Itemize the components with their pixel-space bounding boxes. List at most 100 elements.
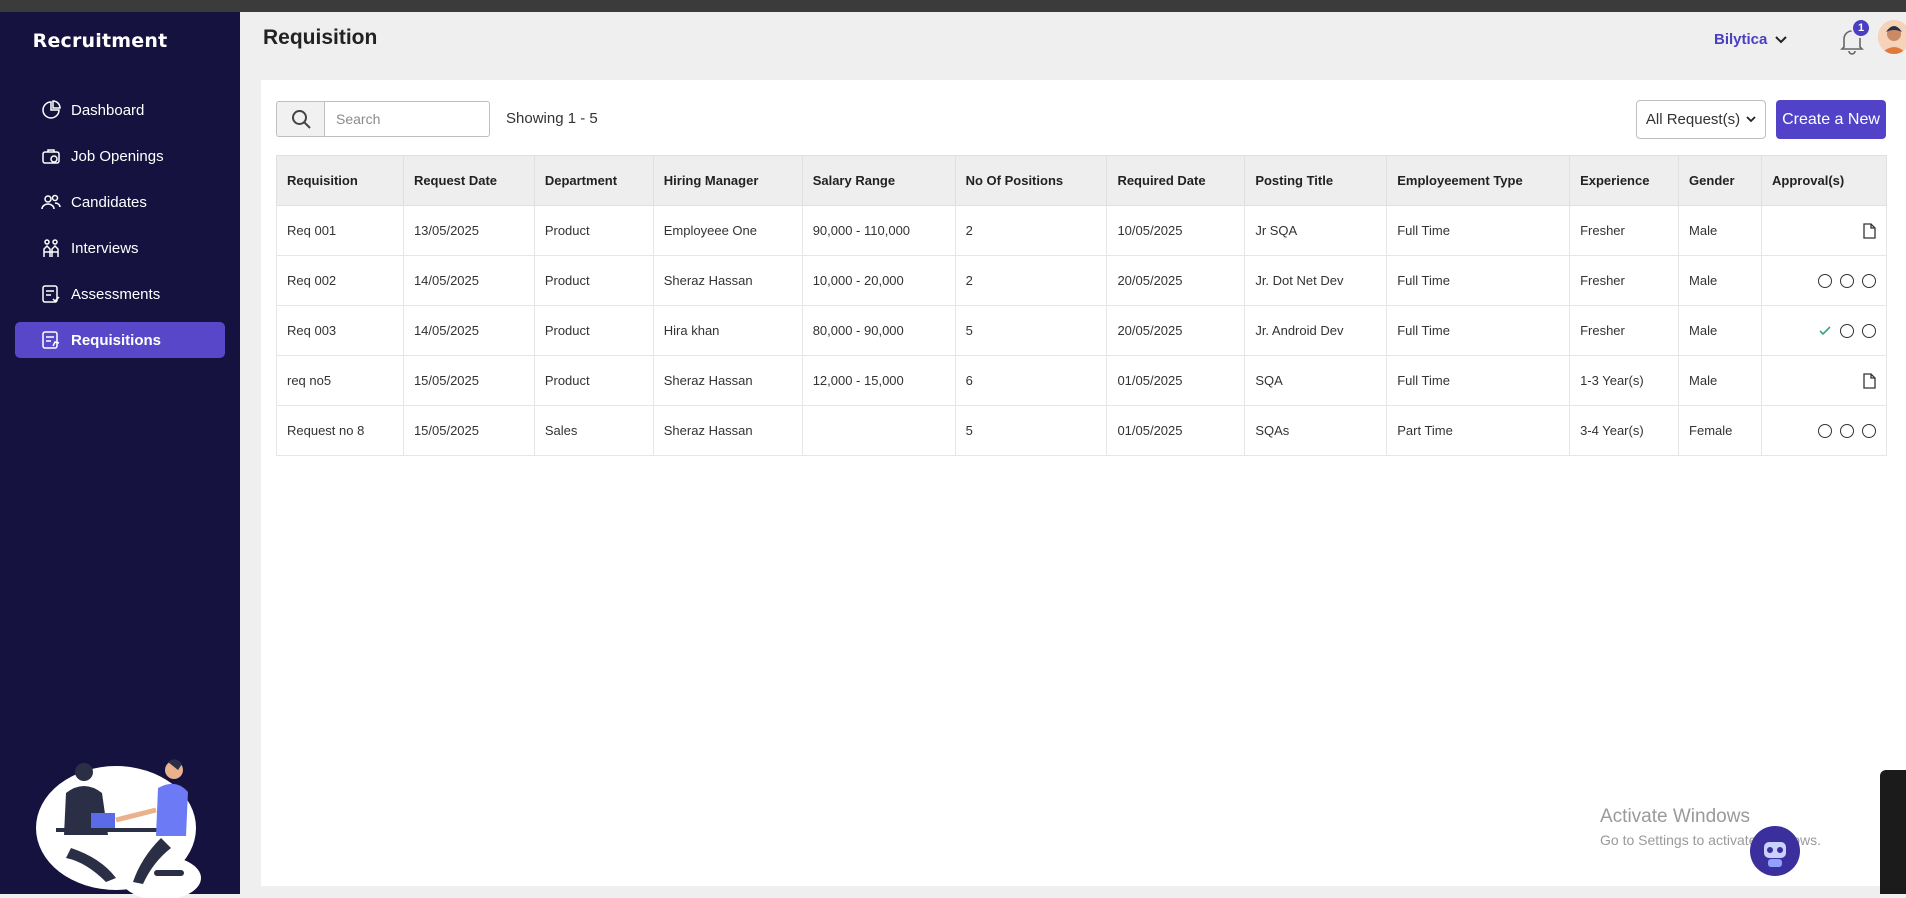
column-header[interactable]: Required Date <box>1106 155 1246 206</box>
user-avatar-icon <box>1878 20 1906 54</box>
approval-pending-icon[interactable] <box>1840 324 1854 339</box>
side-tool-panel[interactable] <box>1880 770 1906 894</box>
table-cell: Hira khan <box>652 305 803 356</box>
sidebar-item-label: Dashboard <box>71 101 145 119</box>
approval-check-icon[interactable] <box>1818 324 1832 338</box>
briefcase-icon <box>42 149 60 164</box>
approval-pending-icon[interactable] <box>1862 324 1876 339</box>
brand-title: Recruitment <box>32 30 168 52</box>
table-cell: SQA <box>1244 355 1388 406</box>
create-new-button[interactable]: Create a New <box>1776 100 1886 139</box>
table-cell: Product <box>533 255 654 306</box>
column-header[interactable]: No Of Positions <box>954 155 1108 206</box>
table-row[interactable]: Req 001 13/05/2025 Product Employeee One 90,… <box>276 205 1888 256</box>
org-selector[interactable]: Bilytica <box>1714 31 1788 48</box>
handshake-illustration <box>36 759 201 898</box>
approval-pending-icon[interactable] <box>1840 424 1854 439</box>
filter-label: All Request(s) <box>1645 111 1741 128</box>
table-cell: Full Time <box>1386 355 1571 406</box>
column-header[interactable]: Experience <box>1569 155 1680 206</box>
pie-chart-icon <box>42 100 61 119</box>
table-cell: Full Time <box>1386 255 1571 306</box>
table-row[interactable]: Req 003 14/05/2025 Product Hira khan 80,000 … <box>276 305 1888 356</box>
watermark-title: Activate Windows <box>1600 806 1750 827</box>
document-icon[interactable] <box>1862 223 1876 239</box>
search-icon <box>291 110 311 129</box>
approval-pending-icon[interactable] <box>1818 424 1832 439</box>
table-row[interactable]: Req 002 14/05/2025 Product Sheraz Hassan 10,… <box>276 255 1888 306</box>
sidebar-item-dashboard[interactable]: Dashboard <box>15 92 225 128</box>
document-icon[interactable] <box>1862 373 1876 389</box>
table-cell: 5 <box>954 405 1108 456</box>
assessment-icon <box>42 285 60 303</box>
browser-top-strip <box>0 0 1906 12</box>
search-button[interactable] <box>276 101 324 137</box>
table-cell: 80,000 - 90,000 <box>801 305 956 356</box>
table-cell: Req 001 <box>276 205 404 256</box>
table-cell: Female <box>1678 405 1762 456</box>
sidebar-item-candidates[interactable]: Candidates <box>15 184 225 220</box>
table-cell: 10,000 - 20,000 <box>801 255 956 306</box>
chevron-down-icon <box>1775 35 1788 43</box>
interview-icon <box>43 239 59 257</box>
users-icon <box>41 194 61 210</box>
table-cell: 14/05/2025 <box>402 255 535 306</box>
approval-pending-icon[interactable] <box>1862 424 1876 439</box>
sidebar-item-label: Requisitions <box>71 331 162 349</box>
org-name: Bilytica <box>1714 31 1768 48</box>
column-header[interactable]: Hiring Manager <box>652 155 803 206</box>
column-header[interactable]: Request Date <box>402 155 535 206</box>
column-header[interactable]: Gender <box>1678 155 1762 206</box>
chatbot-launcher[interactable] <box>1750 826 1800 876</box>
avatar[interactable] <box>1878 20 1906 54</box>
request-filter-dropdown[interactable]: All Request(s) <box>1636 100 1766 139</box>
table-cell: 90,000 - 110,000 <box>801 205 956 256</box>
table-cell: Sales <box>533 405 654 456</box>
table-cell: Full Time <box>1386 205 1571 256</box>
column-header[interactable]: Department <box>533 155 654 206</box>
table-cell: Sheraz Hassan <box>652 355 803 406</box>
requisition-card: Showing 1 - 5 All Request(s) Create a Ne… <box>261 80 1906 886</box>
table-cell: 5 <box>954 305 1108 356</box>
sidebar-item-label: Assessments <box>71 285 161 303</box>
table-cell: 01/05/2025 <box>1106 405 1246 456</box>
table-cell: Male <box>1678 255 1762 306</box>
page-title: Requisition <box>263 26 378 49</box>
chevron-down-icon <box>1746 116 1756 123</box>
sidebar-item-interviews[interactable]: Interviews <box>15 230 225 266</box>
sidebar-item-label: Candidates <box>71 193 147 211</box>
approval-cell <box>1760 255 1888 306</box>
table-cell: 15/05/2025 <box>402 355 535 406</box>
column-header[interactable]: Salary Range <box>801 155 956 206</box>
column-header: Approval(s) <box>1760 155 1888 206</box>
table-cell: Sheraz Hassan <box>652 405 803 456</box>
column-header[interactable]: Requisition <box>276 155 404 206</box>
table-cell: 20/05/2025 <box>1106 305 1246 356</box>
column-header[interactable]: Posting Title <box>1244 155 1388 206</box>
table-cell: 14/05/2025 <box>402 305 535 356</box>
approval-pending-icon[interactable] <box>1840 274 1854 289</box>
approval-pending-icon[interactable] <box>1862 274 1876 289</box>
table-header-row: Requisition Request Date Department Hiri… <box>276 155 1888 206</box>
table-cell: 15/05/2025 <box>402 405 535 456</box>
table-cell: 3-4 Year(s) <box>1569 405 1680 456</box>
table-cell: 6 <box>954 355 1108 406</box>
robot-icon <box>1764 842 1786 867</box>
table-cell: 10/05/2025 <box>1106 205 1246 256</box>
sidebar-item-requisitions[interactable]: Requisitions <box>15 322 225 358</box>
requisition-icon <box>42 331 60 349</box>
table-cell: Fresher <box>1569 205 1680 256</box>
table-row[interactable]: req no5 15/05/2025 Product Sheraz Hassan 12,… <box>276 355 1888 406</box>
sidebar-item-job-openings[interactable]: Job Openings <box>15 138 225 174</box>
table-cell: 01/05/2025 <box>1106 355 1246 406</box>
table-row[interactable]: Request no 8 15/05/2025 Sales Sheraz Hassan… <box>276 405 1888 456</box>
table-cell: Sheraz Hassan <box>652 255 803 306</box>
search-input[interactable] <box>324 101 490 137</box>
approval-pending-icon[interactable] <box>1818 274 1832 289</box>
table-cell: Jr. Dot Net Dev <box>1244 255 1388 306</box>
table-cell: 13/05/2025 <box>402 205 535 256</box>
column-header[interactable]: Employeement Type <box>1386 155 1571 206</box>
table-cell: Product <box>533 205 654 256</box>
table-cell: 20/05/2025 <box>1106 255 1246 306</box>
sidebar-item-assessments[interactable]: Assessments <box>15 276 225 312</box>
